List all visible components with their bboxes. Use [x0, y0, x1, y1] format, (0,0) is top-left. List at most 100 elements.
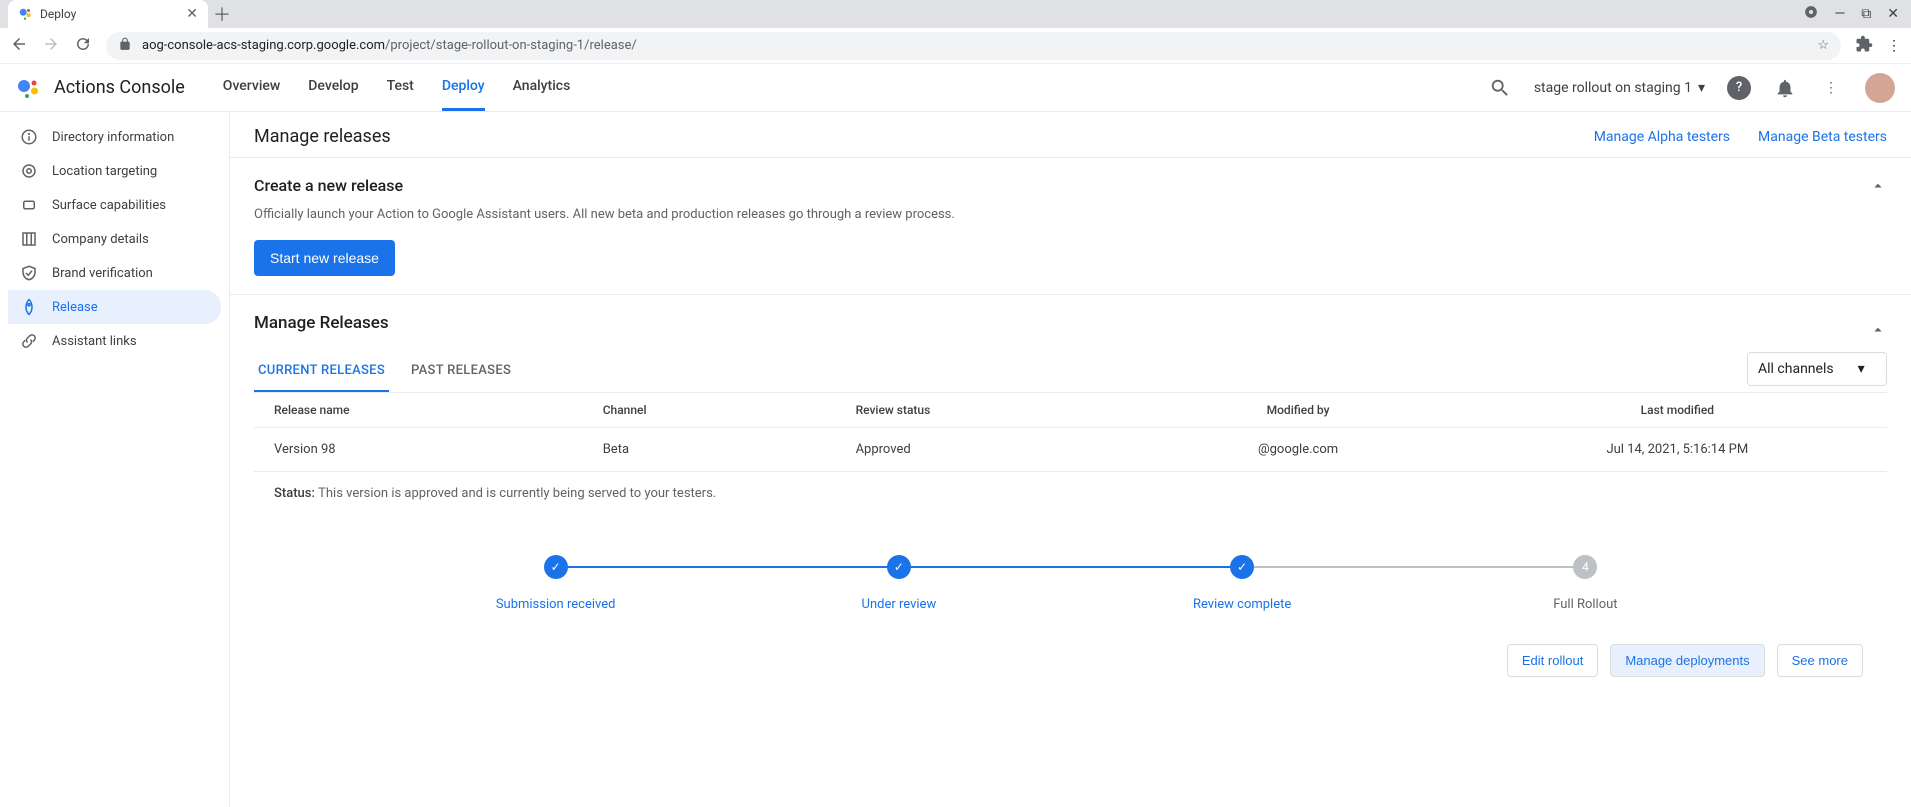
step-label: Submission received [496, 597, 616, 612]
location-icon [20, 162, 38, 180]
manage-deployments-button[interactable]: Manage deployments [1610, 644, 1764, 677]
assistant-favicon [18, 7, 32, 21]
cell-channel: Beta [603, 442, 856, 457]
browser-tab[interactable]: Deploy ✕ [8, 0, 208, 28]
row-actions: Edit rollout Manage deployments See more [254, 636, 1887, 697]
help-icon[interactable]: ? [1727, 76, 1751, 100]
edit-rollout-button[interactable]: Edit rollout [1507, 644, 1598, 677]
omnibox[interactable]: aog-console-acs-staging.corp.google.com/… [106, 32, 1841, 60]
page-title: Manage releases [254, 126, 391, 147]
col-last-modified: Last modified [1488, 403, 1867, 417]
minimize-icon[interactable]: — [1834, 6, 1845, 22]
star-icon[interactable]: ☆ [1817, 38, 1829, 53]
status-detail: Status: This version is approved and is … [254, 472, 1887, 515]
table-row[interactable]: Version 98 Beta Approved @google.com Jul… [254, 428, 1887, 472]
cell-modified-by: @google.com [1108, 442, 1487, 457]
maximize-icon[interactable]: ⧉ [1861, 6, 1871, 22]
address-bar: aog-console-acs-staging.corp.google.com/… [0, 28, 1911, 64]
col-release-name: Release name [274, 403, 603, 417]
cell-release-name: Version 98 [274, 442, 603, 457]
url-path: /project/stage-rollout-on-staging-1/rele… [385, 38, 637, 53]
project-switcher[interactable]: stage rollout on staging 1 ▾ [1534, 80, 1705, 96]
sidebar-label: Location targeting [52, 164, 157, 179]
channel-filter-dropdown[interactable]: All channels ▾ [1747, 352, 1887, 386]
assistant-logo-icon [16, 76, 40, 100]
tab-deploy[interactable]: Deploy [442, 64, 485, 111]
browser-window: Deploy ✕ ＋ — ⧉ ✕ [0, 0, 1911, 807]
tab-past-releases[interactable]: PAST RELEASES [407, 351, 515, 392]
step-review-complete: ✓ Review complete [1071, 555, 1414, 612]
avatar[interactable] [1865, 73, 1895, 103]
step-label: Full Rollout [1553, 597, 1617, 612]
info-icon [20, 128, 38, 146]
tab-analytics[interactable]: Analytics [513, 64, 571, 111]
col-channel: Channel [603, 403, 856, 417]
chevron-down-icon: ▾ [1858, 361, 1865, 377]
surface-icon [20, 196, 38, 214]
sidebar-label: Surface capabilities [52, 198, 166, 213]
chevron-down-icon: ▾ [1698, 80, 1705, 96]
sidebar-label: Company details [52, 232, 149, 247]
main-content: Manage releases Manage Alpha testers Man… [230, 112, 1911, 807]
reload-icon[interactable] [74, 35, 92, 57]
manage-beta-link[interactable]: Manage Beta testers [1758, 129, 1887, 145]
collapse-icon[interactable] [1869, 177, 1887, 199]
sidebar-item-directory[interactable]: Directory information [8, 120, 221, 154]
tab-current-releases[interactable]: CURRENT RELEASES [254, 351, 389, 392]
sidebar: Directory information Location targeting… [0, 112, 230, 807]
tab-overview[interactable]: Overview [223, 64, 280, 111]
tab-title: Deploy [40, 7, 76, 21]
manage-releases-title: Manage Releases [254, 313, 389, 333]
account-icon[interactable] [1804, 5, 1818, 23]
close-window-icon[interactable]: ✕ [1887, 6, 1899, 22]
manage-alpha-link[interactable]: Manage Alpha testers [1594, 129, 1730, 145]
tab-close-icon[interactable]: ✕ [186, 6, 198, 22]
create-release-title: Create a new release [254, 176, 403, 195]
window-controls: — ⧉ ✕ [1804, 0, 1911, 28]
sidebar-item-release[interactable]: Release [8, 290, 221, 324]
check-icon: ✓ [887, 555, 911, 579]
new-tab-button[interactable]: ＋ [208, 0, 236, 28]
cell-review-status: Approved [856, 442, 1109, 457]
tab-develop[interactable]: Develop [308, 64, 358, 111]
top-nav: Overview Develop Test Deploy Analytics [223, 64, 570, 111]
start-new-release-button[interactable]: Start new release [254, 240, 395, 276]
link-icon [20, 332, 38, 350]
sidebar-label: Assistant links [52, 334, 137, 349]
tab-test[interactable]: Test [387, 64, 414, 111]
status-text: This version is approved and is currentl… [318, 486, 716, 501]
step-number-icon: 4 [1573, 555, 1597, 579]
sidebar-item-assistant-links[interactable]: Assistant links [8, 324, 221, 358]
search-icon[interactable] [1488, 76, 1512, 100]
lock-icon [118, 37, 132, 55]
step-under-review: ✓ Under review [727, 555, 1070, 612]
table-header: Release name Channel Review status Modif… [254, 393, 1887, 428]
extensions-icon[interactable] [1855, 35, 1873, 57]
create-release-desc: Officially launch your Action to Google … [254, 207, 1887, 222]
app-title: Actions Console [54, 77, 185, 98]
check-icon: ✓ [544, 555, 568, 579]
sidebar-item-brand[interactable]: Brand verification [8, 256, 221, 290]
sidebar-item-surface[interactable]: Surface capabilities [8, 188, 221, 222]
sidebar-label: Release [52, 300, 98, 315]
check-icon: ✓ [1230, 555, 1254, 579]
status-label: Status: [274, 486, 315, 501]
collapse-icon[interactable] [1869, 321, 1887, 343]
channel-filter-value: All channels [1758, 361, 1834, 377]
step-submission-received: ✓ Submission received [384, 555, 727, 612]
project-name: stage rollout on staging 1 [1534, 80, 1692, 96]
see-more-button[interactable]: See more [1777, 644, 1863, 677]
sidebar-label: Directory information [52, 130, 174, 145]
step-label: Review complete [1193, 597, 1291, 612]
forward-arrow-icon [42, 35, 60, 57]
notifications-icon[interactable] [1773, 76, 1797, 100]
sidebar-item-location[interactable]: Location targeting [8, 154, 221, 188]
url-host: aog-console-acs-staging.corp.google.com [142, 38, 385, 53]
chrome-menu-icon[interactable]: ⋮ [1887, 38, 1901, 54]
kebab-menu-icon[interactable]: ⋮ [1819, 76, 1843, 100]
sidebar-item-company[interactable]: Company details [8, 222, 221, 256]
tab-strip: Deploy ✕ ＋ — ⧉ ✕ [0, 0, 1911, 28]
app-header: Actions Console Overview Develop Test De… [0, 64, 1911, 112]
back-arrow-icon[interactable] [10, 35, 28, 57]
shield-icon [20, 264, 38, 282]
